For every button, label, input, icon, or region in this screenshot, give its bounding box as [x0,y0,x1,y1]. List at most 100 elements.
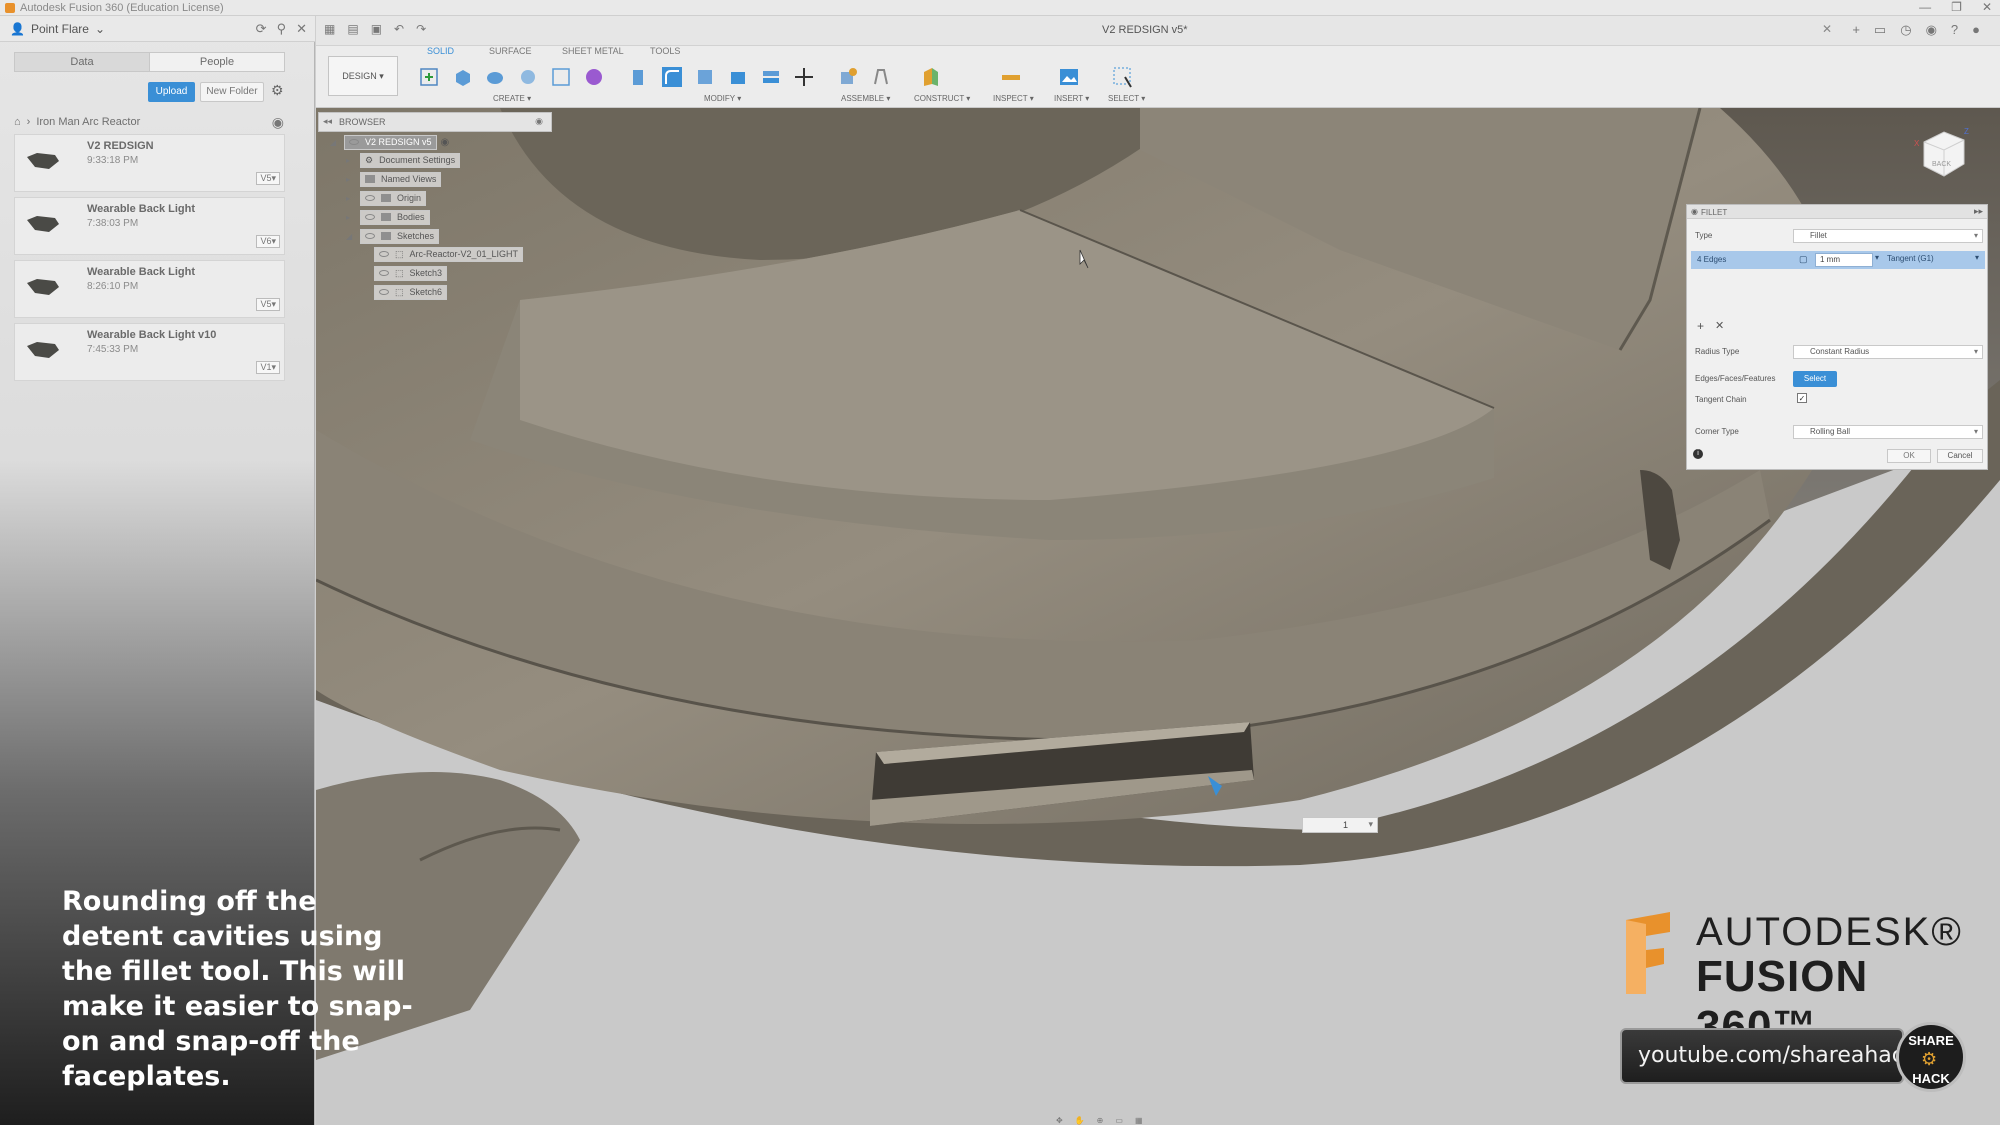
visibility-icon[interactable] [365,233,375,239]
new-component-icon[interactable] [837,66,859,88]
job-status-icon[interactable]: ◷ [1900,22,1911,38]
new-tab-icon[interactable]: + [1852,22,1860,38]
file-card[interactable]: Wearable Back Light 8:26:10 PM V5▾ [14,260,285,318]
visibility-icon[interactable] [349,139,359,145]
select-icon[interactable] [1112,66,1134,88]
file-card[interactable]: V2 REDSIGN 9:33:18 PM V5▾ [14,134,285,192]
offset-plane-icon[interactable] [920,66,942,88]
expand-arrow-icon[interactable]: ▸ [346,175,356,184]
file-icon[interactable]: ▤ [347,22,358,36]
tab-sheet-metal[interactable]: SHEET METAL [562,46,624,56]
tree-node[interactable]: ◢ Sketches [346,228,440,244]
chat-icon[interactable]: ▭ [1874,22,1886,38]
close-window-button[interactable]: ✕ [1982,0,1992,14]
grid-icon[interactable]: ▦ [324,22,335,36]
create-menu[interactable]: CREATE ▾ [493,94,531,103]
sweep-icon[interactable] [517,66,539,88]
assemble-menu[interactable]: ASSEMBLE ▾ [841,94,890,103]
visibility-icon[interactable] [365,195,375,201]
visibility-icon[interactable] [379,289,389,295]
cancel-button[interactable]: Cancel [1937,449,1983,463]
tree-node[interactable]: ▸ Origin [346,190,427,206]
expand-arrow-icon[interactable]: ▸ [346,213,356,222]
minimize-button[interactable]: — [1919,0,1931,14]
document-title[interactable]: V2 REDSIGN v5* [1102,24,1188,36]
expand-dialog-icon[interactable]: ▸▸ [1974,206,1983,217]
grid-settings-icon[interactable]: ▦ [1135,1116,1143,1125]
inspect-menu[interactable]: INSPECT ▾ [993,94,1034,103]
new-folder-button[interactable]: New Folder [200,82,264,102]
joint-icon[interactable] [870,66,892,88]
pin-icon[interactable]: ◉ [535,116,543,127]
maximize-button[interactable]: ❐ [1951,0,1962,14]
gear-icon[interactable]: ⚙ [271,82,284,99]
project-name[interactable]: Iron Man Arc Reactor [36,116,140,128]
ok-button[interactable]: OK [1887,449,1931,463]
tree-node[interactable]: ▸ Named Views [346,171,442,187]
tree-node[interactable]: ▸ Bodies [346,209,430,225]
shell-icon[interactable] [727,66,749,88]
search-icon[interactable]: ⚲ [277,21,287,37]
measure-icon[interactable] [1000,66,1022,88]
close-icon[interactable]: ✕ [296,21,307,37]
sketch-node[interactable]: ⬚ Arc-Reactor-V2_01_LIGHT [374,246,524,262]
insert-menu[interactable]: INSERT ▾ [1054,94,1089,103]
tab-tools[interactable]: TOOLS [650,46,680,56]
tree-root[interactable]: ◢ V2 REDSIGN v5 ◉ [330,134,449,150]
visibility-icon[interactable] [379,251,389,257]
sketch-node[interactable]: ⬚ Sketch3 [374,265,448,281]
refresh-icon[interactable]: ⟳ [256,21,267,37]
type-dropdown[interactable]: Fillet [1793,229,1983,243]
chamfer-icon[interactable] [694,66,716,88]
create-form-icon[interactable] [583,66,605,88]
press-pull-icon[interactable] [628,66,650,88]
pan-icon[interactable]: ✋ [1075,1116,1085,1125]
construct-menu[interactable]: CONSTRUCT ▾ [914,94,970,103]
radius-type-dropdown[interactable]: Constant Radius [1793,345,1983,359]
extrude-icon[interactable] [451,66,473,88]
collapse-arrow-icon[interactable]: ◢ [346,232,356,241]
expand-arrow-icon[interactable]: ▸ [346,194,356,203]
profile-icon[interactable]: ● [1972,22,1980,38]
view-cube[interactable]: BACK X Z [1910,124,1970,184]
revolve-icon[interactable] [484,66,506,88]
home-icon[interactable]: ⌂ [14,116,21,128]
tab-surface[interactable]: SURFACE [489,46,532,56]
close-document-icon[interactable]: ✕ [1822,22,1832,36]
display-settings-icon[interactable]: ▭ [1115,1116,1123,1125]
upload-button[interactable]: Upload [148,82,195,102]
continuity-chevron-icon[interactable]: ▾ [1975,253,1979,262]
version-badge[interactable]: V5▾ [256,172,280,185]
file-card[interactable]: Wearable Back Light 7:38:03 PM V6▾ [14,197,285,255]
create-sketch-icon[interactable] [418,66,440,88]
corner-type-dropdown[interactable]: Rolling Ball [1793,425,1983,439]
add-selection-set-icon[interactable]: + [1697,319,1704,333]
undo-icon[interactable]: ↶ [394,22,404,36]
orbit-icon[interactable]: ✥ [1056,1116,1063,1125]
insert-canvas-icon[interactable] [1058,66,1080,88]
tab-data[interactable]: Data [15,53,149,71]
move-icon[interactable] [793,66,815,88]
save-icon[interactable]: ▣ [371,22,382,36]
file-card[interactable]: Wearable Back Light v10 7:45:33 PM V1▾ [14,323,285,381]
activate-radio-icon[interactable]: ◉ [441,137,450,148]
select-menu[interactable]: SELECT ▾ [1108,94,1145,103]
project-members-icon[interactable]: ◉ [272,114,284,131]
combine-icon[interactable] [760,66,782,88]
radius-input[interactable]: 1 mm [1815,253,1873,267]
zoom-icon[interactable]: ⊕ [1097,1116,1104,1125]
radius-dropdown-icon[interactable]: ▾ [1875,253,1879,262]
expand-arrow-icon[interactable]: ▸ [346,156,356,165]
info-icon[interactable]: i [1693,449,1703,459]
tab-people[interactable]: People [149,53,284,71]
collapse-icon[interactable]: ◂◂ [323,116,332,127]
workspace-switcher[interactable]: DESIGN ▾ [328,56,398,96]
browser-panel[interactable]: ◂◂ BROWSER ◉ [318,112,552,132]
team-selector[interactable]: 👤 Point Flare ⌄ [10,22,105,36]
select-button[interactable]: Select [1793,371,1837,387]
version-badge[interactable]: V6▾ [256,235,280,248]
version-badge[interactable]: V1▾ [256,361,280,374]
help-icon[interactable]: ? [1951,22,1958,38]
collapse-arrow-icon[interactable]: ◢ [330,138,340,147]
tree-node[interactable]: ▸ ⚙ Document Settings [346,152,461,168]
